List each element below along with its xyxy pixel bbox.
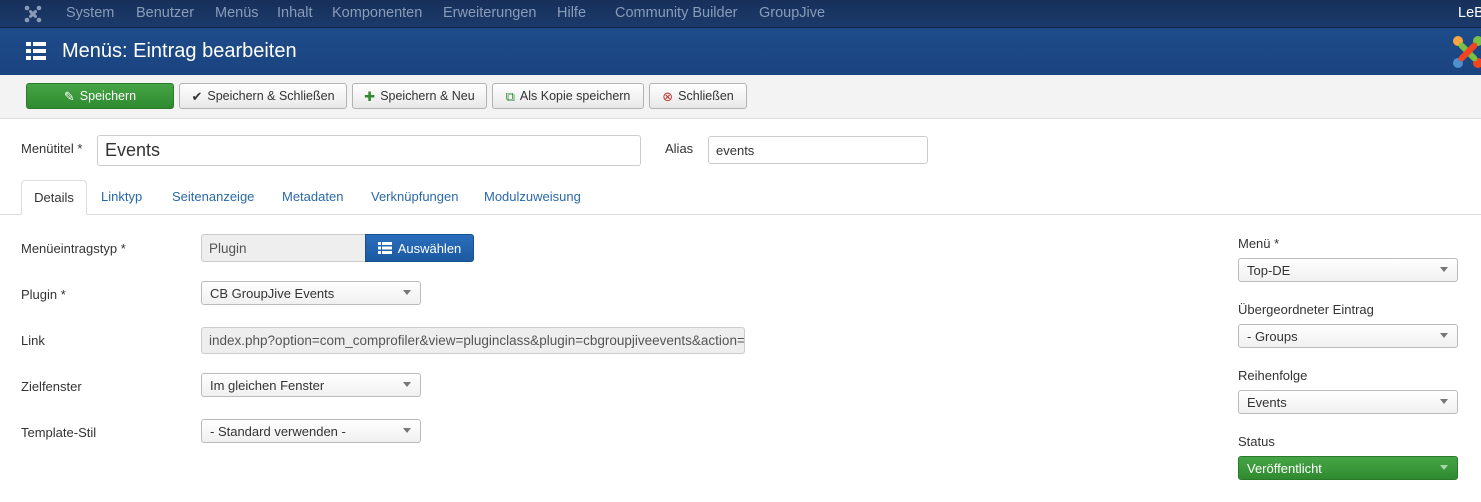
nav-item-menus[interactable]: Menüs: [215, 5, 259, 21]
target-window-select[interactable]: Im gleichen Fenster: [201, 373, 421, 397]
top-navbar: System Benutzer Menüs Inhalt Komponenten…: [0, 0, 1481, 28]
plus-icon: ✚: [364, 88, 376, 104]
ordering-label: Reihenfolge: [1238, 368, 1308, 383]
link-field: index.php?option=com_comprofiler&view=pl…: [201, 327, 745, 354]
nav-item-users[interactable]: Benutzer: [136, 5, 194, 21]
user-menu[interactable]: LeB: [1458, 5, 1481, 21]
chevron-down-icon: [403, 428, 411, 433]
status-select[interactable]: Veröffentlicht: [1238, 456, 1458, 480]
chevron-down-icon: [1440, 333, 1448, 338]
alias-label: Alias: [665, 141, 694, 156]
ordering-select[interactable]: Events: [1238, 390, 1458, 414]
edit-icon: ✎: [63, 88, 75, 104]
tab-module-assignment[interactable]: Modulzuweisung: [484, 189, 581, 204]
nav-item-extensions[interactable]: Erweiterungen: [443, 5, 537, 21]
save-new-button[interactable]: ✚ Speichern & Neu: [352, 83, 487, 109]
cancel-circle-icon: ⊗: [662, 88, 674, 104]
plugin-label: Plugin *: [21, 287, 66, 302]
alias-input[interactable]: events: [708, 136, 928, 164]
nav-item-groupjive[interactable]: GroupJive: [759, 5, 825, 21]
save-button[interactable]: ✎ Speichern: [26, 83, 174, 109]
tab-details[interactable]: Details: [21, 180, 87, 215]
toolbar: ✎ Speichern ✔ Speichern & Schließen ✚ Sp…: [0, 75, 1481, 119]
template-style-select[interactable]: - Standard verwenden -: [201, 419, 421, 443]
joomla-logo-icon[interactable]: [23, 4, 43, 24]
tab-page-display[interactable]: Seitenanzeige: [172, 189, 254, 204]
nav-item-content[interactable]: Inhalt: [277, 5, 312, 21]
tab-metadata[interactable]: Metadaten: [282, 189, 343, 204]
menu-label: Menü *: [1238, 236, 1280, 251]
select-type-button[interactable]: Auswählen: [365, 234, 474, 262]
chevron-down-icon: [1440, 267, 1448, 272]
page-title: Menüs: Eintrag bearbeiten: [62, 40, 297, 62]
menu-title-input[interactable]: Events: [97, 135, 641, 166]
nav-item-community-builder[interactable]: Community Builder: [615, 5, 738, 21]
save-close-button[interactable]: ✔ Speichern & Schließen: [179, 83, 347, 109]
joomla-brand-icon: [1453, 36, 1481, 68]
save-as-copy-button[interactable]: ⧉ Als Kopie speichern: [492, 83, 644, 109]
chevron-down-icon: [403, 382, 411, 387]
tab-associations[interactable]: Verknüpfungen: [371, 189, 458, 204]
page-header: Menüs: Eintrag bearbeiten: [0, 28, 1481, 75]
nav-item-system[interactable]: System: [66, 5, 114, 21]
close-button[interactable]: ⊗ Schließen: [649, 83, 747, 109]
nav-item-help[interactable]: Hilfe: [557, 5, 586, 21]
menu-select[interactable]: Top-DE: [1238, 258, 1458, 282]
list-icon: [377, 242, 392, 254]
parent-item-label: Übergeordneter Eintrag: [1238, 302, 1374, 317]
check-icon: ✔: [191, 88, 203, 104]
menu-item-type-label: Menüeintragstyp *: [21, 241, 126, 256]
plugin-select[interactable]: CB GroupJive Events: [201, 281, 421, 305]
parent-item-select[interactable]: - Groups: [1238, 324, 1458, 348]
template-style-label: Template-Stil: [21, 425, 97, 440]
link-label: Link: [21, 333, 45, 348]
chevron-down-icon: [1440, 399, 1448, 404]
tabs-divider: [0, 214, 1481, 215]
copy-icon: ⧉: [505, 88, 515, 104]
chevron-down-icon: [1440, 465, 1448, 470]
tab-link-type[interactable]: Linktyp: [101, 189, 142, 204]
list-icon: [26, 42, 46, 60]
target-window-label: Zielfenster: [21, 379, 82, 394]
chevron-down-icon: [403, 290, 411, 295]
status-label: Status: [1238, 434, 1275, 449]
menu-title-label: Menütitel *: [21, 141, 83, 156]
menu-item-type-field: Plugin: [201, 234, 367, 262]
nav-item-components[interactable]: Komponenten: [332, 5, 422, 21]
